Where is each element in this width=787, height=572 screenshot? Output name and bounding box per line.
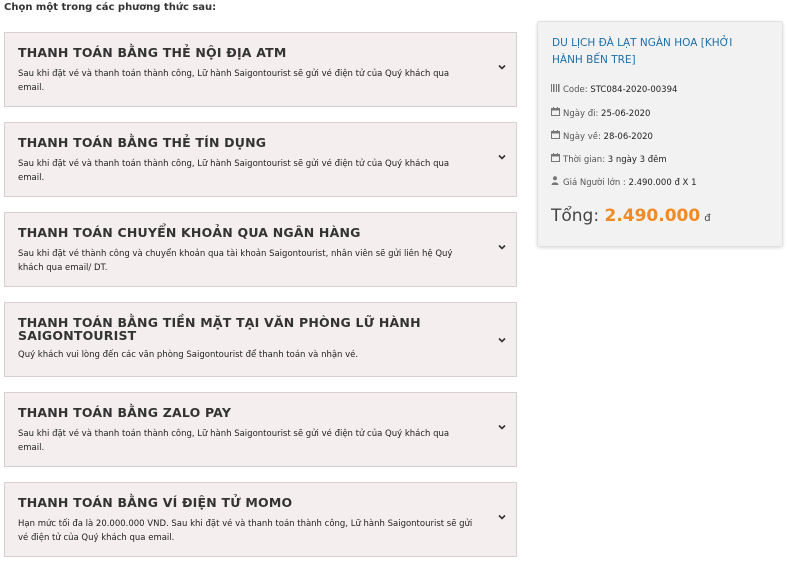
total-currency: đ <box>704 213 711 224</box>
payment-method-title: THANH TOÁN BẰNG TIỀN MẶT TẠI VĂN PHÒNG L… <box>18 315 421 343</box>
barcode-icon <box>551 84 561 95</box>
total-price: Tổng: 2.490.000 đ <box>551 206 711 226</box>
total-amount: 2.490.000 <box>604 206 701 226</box>
payment-method-zalopay[interactable]: THANH TOÁN BẰNG ZALO PAY Sau khi đặt vé … <box>4 392 517 467</box>
tour-name: DU LỊCH ĐÀ LẠT NGÀN HOA [KHỞI HÀNH BẾN T… <box>552 37 733 66</box>
chevron-down-icon[interactable] <box>496 61 508 73</box>
chevron-down-icon[interactable] <box>496 511 508 523</box>
payment-method-atm[interactable]: THANH TOÁN BẰNG THẺ NỘI ĐỊA ATM Sau khi … <box>4 32 517 107</box>
tour-code-label: Code: <box>563 85 588 95</box>
payment-method-description: Quý khách vui lòng đến các văn phòng Sai… <box>18 350 359 360</box>
total-label: Tổng: <box>551 206 600 226</box>
payment-method-description: Sau khi đặt vé và thanh toán thành công,… <box>18 429 450 453</box>
return-date-label: Ngày về: <box>563 132 601 142</box>
return-date-row: Ngày về: 28-06-2020 <box>551 130 653 142</box>
return-date-value: 28-06-2020 <box>603 132 653 142</box>
payment-method-cash[interactable]: THANH TOÁN BẰNG TIỀN MẶT TẠI VĂN PHÒNG L… <box>4 302 517 377</box>
tour-code-value: STC084-2020-00394 <box>590 85 678 95</box>
tour-code-row: Code: STC084-2020-00394 <box>551 84 677 95</box>
chevron-down-icon[interactable] <box>496 151 508 163</box>
payment-method-description: Sau khi đặt vé và thanh toán thành công,… <box>18 69 450 93</box>
depart-date-label: Ngày đi: <box>563 109 599 119</box>
payment-method-bank-transfer[interactable]: THANH TOÁN CHUYỂN KHOẢN QUA NGÂN HÀNG Sa… <box>4 212 517 287</box>
calendar-icon <box>551 130 561 142</box>
depart-date-value: 25-06-2020 <box>601 109 651 119</box>
payment-method-title: THANH TOÁN BẰNG ZALO PAY <box>18 405 232 420</box>
adult-price-value: 2.490.000 <box>628 178 672 188</box>
payment-method-title: THANH TOÁN CHUYỂN KHOẢN QUA NGÂN HÀNG <box>18 225 361 240</box>
chevron-down-icon[interactable] <box>496 421 508 433</box>
duration-label: Thời gian: <box>563 155 606 165</box>
payment-method-title: THANH TOÁN BẰNG VÍ ĐIỆN TỬ MOMO <box>18 495 293 510</box>
calendar-icon <box>551 153 561 165</box>
adult-price-row: Giá Người lớn : 2.490.000 đ X 1 <box>551 176 696 188</box>
payment-method-title: THANH TOÁN BẰNG THẺ NỘI ĐỊA ATM <box>18 45 287 60</box>
chevron-down-icon[interactable] <box>496 334 508 346</box>
payment-methods-intro: Chọn một trong các phương thức sau: <box>4 2 217 13</box>
duration-value: 3 ngày 3 đêm <box>607 155 667 165</box>
booking-summary-card: DU LỊCH ĐÀ LẠT NGÀN HOA [KHỞI HÀNH BẾN T… <box>537 21 783 247</box>
adult-price-unit: đ X 1 <box>674 178 697 188</box>
calendar-icon <box>551 107 561 119</box>
payment-method-title: THANH TOÁN BẰNG THẺ TÍN DỤNG <box>18 135 267 150</box>
payment-method-description: Sau khi đặt vé và thanh toán thành công,… <box>18 159 450 183</box>
payment-method-description: Hạn mức tối đa là 20.000.000 VND. Sau kh… <box>18 519 473 543</box>
depart-date-row: Ngày đi: 25-06-2020 <box>551 107 650 119</box>
chevron-down-icon[interactable] <box>496 241 508 253</box>
payment-method-momo[interactable]: THANH TOÁN BẰNG VÍ ĐIỆN TỬ MOMO Hạn mức … <box>4 482 517 557</box>
user-icon <box>551 176 561 188</box>
duration-row: Thời gian: 3 ngày 3 đêm <box>551 153 667 165</box>
payment-methods-list: THANH TOÁN BẰNG THẺ NỘI ĐỊA ATM Sau khi … <box>4 32 517 572</box>
adult-price-label: Giá Người lớn : <box>563 178 626 188</box>
payment-method-credit-card[interactable]: THANH TOÁN BẰNG THẺ TÍN DỤNG Sau khi đặt… <box>4 122 517 197</box>
payment-method-description: Sau khi đặt vé thành công và chuyển khoả… <box>18 249 453 273</box>
